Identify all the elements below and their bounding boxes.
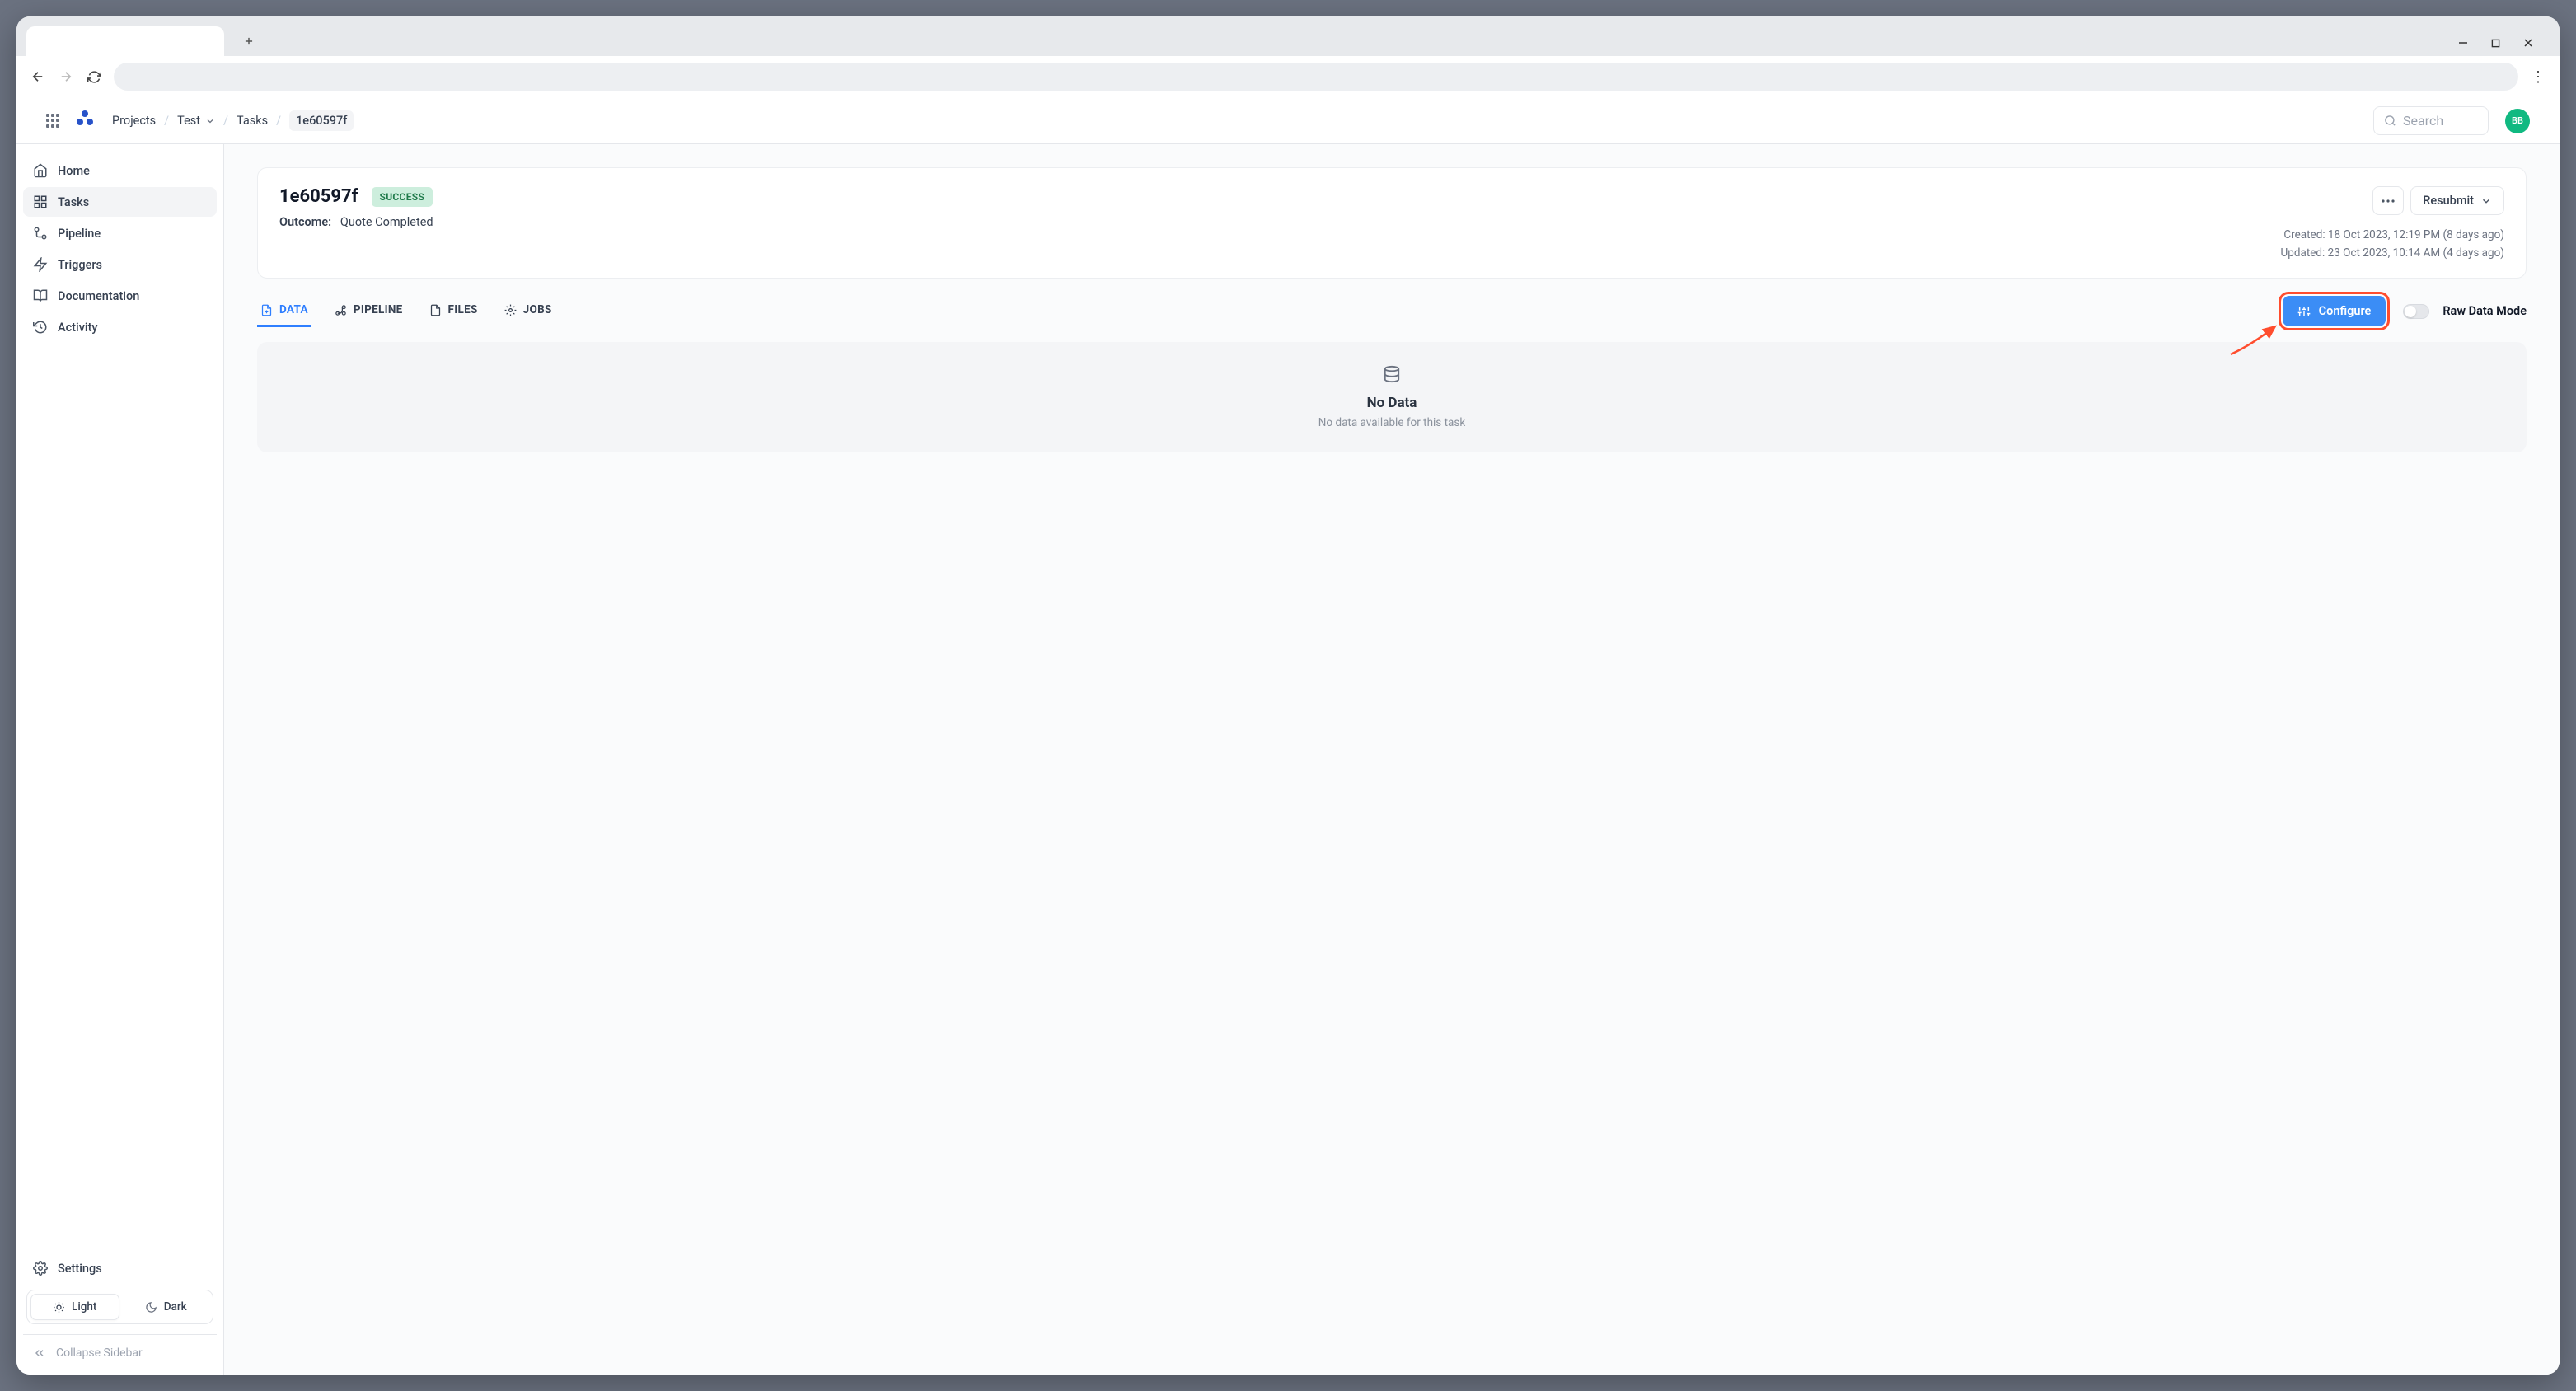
grid-icon	[33, 194, 48, 209]
chevron-down-icon	[2480, 195, 2492, 207]
app-header: Projects / Test / Tasks / 1e60597f Searc…	[16, 98, 2560, 144]
browser-menu-button[interactable]: ⋮	[2530, 68, 2546, 85]
task-id-title: 1e60597f	[279, 186, 358, 207]
maximize-button[interactable]	[2491, 38, 2500, 51]
raw-data-toggle[interactable]	[2403, 304, 2429, 319]
sidebar-item-label: Activity	[58, 321, 98, 335]
sidebar-item-triggers[interactable]: Triggers	[23, 250, 217, 279]
tab-row: DATA PIPELINE FILES JOBS	[257, 292, 2527, 330]
browser-chrome: ⋮	[16, 16, 2560, 98]
sidebar-item-tasks[interactable]: Tasks	[23, 187, 217, 217]
search-icon	[2384, 115, 2396, 127]
empty-state-card: No Data No data available for this task	[257, 342, 2527, 452]
back-button[interactable]	[30, 68, 46, 85]
pipeline-icon	[33, 226, 48, 241]
app-launcher-icon[interactable]	[46, 114, 61, 129]
sidebar-item-label: Documentation	[58, 289, 139, 303]
cog-icon	[504, 304, 517, 316]
breadcrumb-test[interactable]: Test	[177, 114, 215, 128]
minimize-button[interactable]	[2458, 38, 2468, 51]
moon-icon	[145, 1301, 157, 1314]
database-icon	[280, 365, 2503, 386]
url-bar[interactable]	[114, 63, 2518, 91]
browser-nav-bar: ⋮	[16, 56, 2560, 98]
breadcrumb-current: 1e60597f	[289, 110, 354, 131]
raw-data-label: Raw Data Mode	[2443, 304, 2527, 318]
tab-data[interactable]: DATA	[257, 295, 311, 327]
outcome-row: Outcome: Quote Completed	[279, 215, 433, 229]
file-icon	[260, 304, 273, 316]
collapse-sidebar-button[interactable]: Collapse Sidebar	[23, 1334, 217, 1363]
sidebar-item-label: Triggers	[58, 258, 102, 272]
tab-files[interactable]: FILES	[426, 295, 481, 327]
search-input[interactable]: Search	[2373, 106, 2489, 135]
sidebar-item-pipeline[interactable]: Pipeline	[23, 218, 217, 248]
status-badge: SUCCESS	[372, 187, 433, 207]
tab-pipeline[interactable]: PIPELINE	[331, 295, 406, 327]
history-icon	[33, 320, 48, 335]
sidebar-item-settings[interactable]: Settings	[23, 1253, 217, 1283]
main-content: 1e60597f SUCCESS Outcome: Quote Complete…	[224, 144, 2560, 1375]
sidebar-item-label: Pipeline	[58, 227, 101, 241]
empty-title: No Data	[280, 395, 2503, 411]
search-placeholder: Search	[2403, 113, 2443, 129]
breadcrumb-projects[interactable]: Projects	[112, 114, 156, 128]
book-icon	[33, 288, 48, 303]
forward-button[interactable]	[58, 68, 74, 85]
reload-button[interactable]	[86, 68, 102, 85]
configure-button[interactable]: Configure	[2283, 296, 2386, 326]
more-actions-button[interactable]	[2372, 186, 2404, 215]
bolt-icon	[33, 257, 48, 272]
browser-tab[interactable]	[26, 26, 224, 56]
breadcrumb-separator: /	[276, 114, 281, 128]
app-logo[interactable]	[74, 109, 96, 133]
breadcrumb-separator: /	[223, 114, 228, 128]
dots-horizontal-icon	[2382, 199, 2395, 203]
gear-icon	[33, 1261, 48, 1276]
breadcrumb-tasks[interactable]: Tasks	[237, 114, 268, 128]
theme-toggle: Light Dark	[26, 1290, 213, 1324]
sidebar-item-label: Settings	[58, 1262, 102, 1276]
new-tab-button[interactable]	[237, 30, 260, 53]
sidebar-item-label: Home	[58, 164, 90, 178]
resubmit-button[interactable]: Resubmit	[2410, 186, 2504, 215]
plus-icon	[243, 35, 255, 47]
document-icon	[429, 304, 442, 316]
task-header-card: 1e60597f SUCCESS Outcome: Quote Complete…	[257, 167, 2527, 279]
avatar[interactable]: BB	[2505, 109, 2530, 133]
theme-dark-button[interactable]: Dark	[123, 1294, 210, 1320]
close-button[interactable]	[2523, 38, 2533, 51]
annotation-arrow	[2227, 321, 2285, 358]
chevrons-left-icon	[33, 1347, 46, 1360]
sliders-icon	[2297, 305, 2311, 318]
tab-jobs[interactable]: JOBS	[501, 295, 555, 327]
sidebar-item-label: Tasks	[58, 195, 89, 209]
updated-timestamp: Updated: 23 Oct 2023, 10:14 AM (4 days a…	[2281, 246, 2504, 260]
window-controls	[2458, 38, 2550, 51]
branch-icon	[335, 304, 347, 316]
theme-light-button[interactable]: Light	[30, 1294, 119, 1320]
tab-strip	[16, 16, 2560, 56]
browser-window: ⋮ Projects / Test / Tasks / 1e60597f Sea…	[16, 16, 2560, 1375]
sidebar: Home Tasks Pipeline Triggers Documentati…	[16, 144, 224, 1375]
home-icon	[33, 163, 48, 178]
configure-highlight: Configure	[2279, 292, 2391, 330]
sidebar-item-activity[interactable]: Activity	[23, 312, 217, 342]
sun-icon	[53, 1301, 65, 1314]
chevron-down-icon	[205, 116, 215, 126]
sidebar-item-documentation[interactable]: Documentation	[23, 281, 217, 311]
breadcrumb: Projects / Test / Tasks / 1e60597f	[112, 110, 354, 131]
created-timestamp: Created: 18 Oct 2023, 12:19 PM (8 days a…	[2283, 228, 2504, 241]
sidebar-item-home[interactable]: Home	[23, 156, 217, 185]
empty-subtitle: No data available for this task	[280, 416, 2503, 429]
breadcrumb-separator: /	[164, 114, 169, 128]
